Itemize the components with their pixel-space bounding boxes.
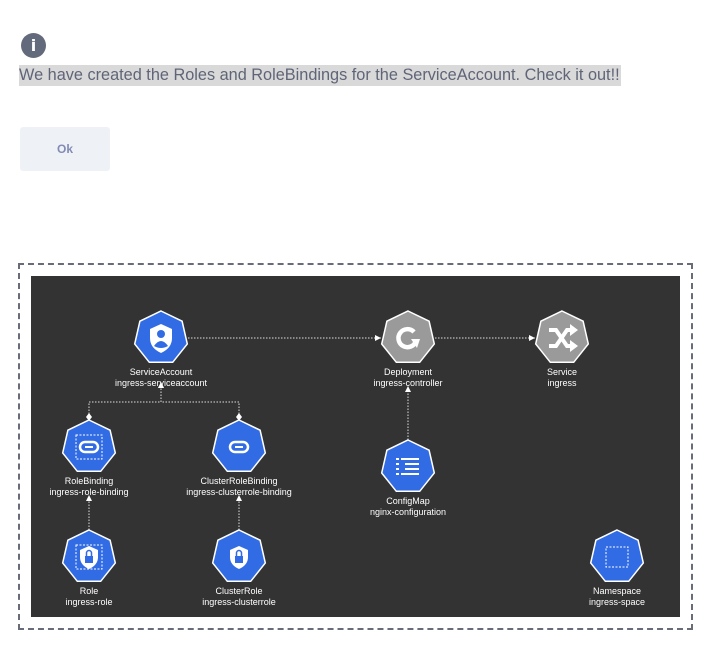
node-name: ingress-serviceaccount [115, 378, 208, 388]
node-name: nginx-configuration [370, 507, 446, 517]
node-name: ingress [547, 378, 577, 388]
dialog-message: We have created the Roles and RoleBindin… [19, 65, 621, 86]
node-name: ingress-controller [373, 378, 442, 388]
node-ns[interactable]: Namespaceingress-space [589, 529, 645, 607]
node-name: ingress-role [65, 597, 112, 607]
node-kind: ClusterRoleBinding [200, 476, 277, 486]
node-kind: Role [80, 586, 99, 596]
node-kind: ClusterRole [215, 586, 262, 596]
node-kind: Service [547, 367, 577, 377]
kubernetes-diagram: ServiceAccountingress-serviceaccount Depl… [31, 276, 680, 617]
node-name: ingress-role-binding [49, 487, 128, 497]
node-kind: RoleBinding [65, 476, 114, 486]
node-name: ingress-clusterrole [202, 597, 276, 607]
node-kind: ServiceAccount [130, 367, 193, 377]
node-name: ingress-space [589, 597, 645, 607]
node-kind: ConfigMap [386, 496, 430, 506]
ok-button[interactable]: Ok [20, 127, 110, 171]
node-kind: Namespace [593, 586, 641, 596]
info-icon: i [21, 33, 46, 58]
node-name: ingress-clusterrole-binding [186, 487, 292, 497]
node-kind: Deployment [384, 367, 433, 377]
